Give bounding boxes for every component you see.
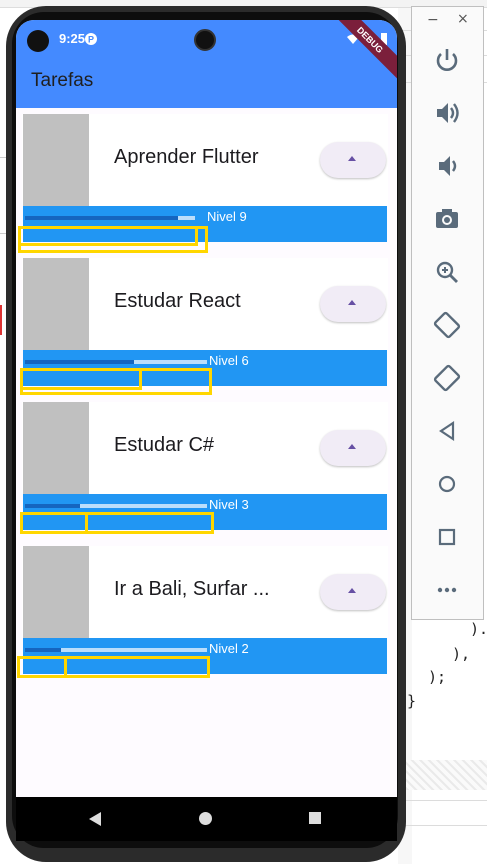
front-camera-icon [194, 29, 216, 51]
volume-up-icon[interactable] [427, 93, 467, 133]
back-icon[interactable] [89, 812, 101, 826]
power-icon[interactable] [427, 40, 467, 80]
minimize-button[interactable]: − [427, 12, 439, 28]
progress-fill [25, 648, 62, 652]
progress-fill [25, 504, 80, 508]
home-icon[interactable] [427, 464, 467, 504]
level-label: Nivel 2 [209, 641, 249, 656]
ide-code-line: ), [452, 645, 471, 663]
task-card: Estudar React Nivel 6 [20, 258, 388, 398]
camera-cutout-icon [27, 30, 49, 52]
ide-code-line: ). [470, 620, 487, 638]
overview-icon[interactable] [427, 517, 467, 557]
back-icon[interactable] [427, 411, 467, 451]
home-icon[interactable] [199, 812, 212, 825]
task-card: Aprender Flutter Nivel 9 [18, 114, 388, 254]
level-up-button[interactable] [320, 574, 386, 610]
task-name: Ir a Bali, Surfar ... [114, 578, 270, 600]
arrow-up-icon [348, 588, 356, 593]
ide-code-line: ); [428, 668, 447, 686]
task-name: Estudar C# [114, 434, 215, 456]
ide-divider [398, 825, 487, 826]
progress-bar [25, 216, 195, 220]
level-up-button[interactable] [320, 286, 386, 322]
task-image [23, 114, 89, 206]
progress-bar [25, 504, 207, 508]
volume-down-icon[interactable] [427, 146, 467, 186]
progress-fill [25, 216, 178, 220]
highlight-box [17, 656, 210, 678]
notification-icon: P [84, 31, 98, 45]
level-label: Nivel 6 [209, 353, 249, 368]
ide-hatch-area [398, 760, 487, 790]
more-icon[interactable] [427, 570, 467, 610]
highlight-box [20, 512, 214, 534]
task-name: Estudar React [114, 290, 241, 312]
task-card: Ir a Bali, Surfar ... Nivel 2 [17, 546, 388, 686]
rotate-right-icon[interactable] [427, 358, 467, 398]
level-label: Nivel 9 [207, 209, 247, 224]
camera-icon[interactable] [427, 199, 467, 239]
highlight-box [20, 368, 212, 395]
arrow-up-icon [348, 300, 356, 305]
recents-icon[interactable] [309, 812, 321, 824]
debug-banner: DEBUG [325, 20, 397, 85]
level-up-button[interactable] [320, 430, 386, 466]
progress-bar [25, 648, 207, 652]
task-name: Aprender Flutter [114, 146, 259, 168]
task-image [23, 546, 89, 638]
app-screen: 9:25 P DEBUG Tarefas Aprender Flutter Ni… [16, 20, 397, 797]
level-label: Nivel 3 [209, 497, 249, 512]
android-nav-bar [16, 797, 397, 841]
progress-fill [25, 360, 135, 364]
task-image [23, 258, 89, 350]
app-bar: 9:25 P DEBUG Tarefas [16, 20, 397, 108]
task-image [23, 402, 89, 494]
rotate-left-icon[interactable] [427, 305, 467, 345]
emulator-toolbar: − × [411, 6, 484, 620]
task-card: Estudar C# Nivel 3 [20, 402, 388, 542]
progress-bar [25, 360, 207, 364]
close-button[interactable]: × [457, 11, 469, 27]
ide-code-line: } [407, 692, 417, 710]
page-title: Tarefas [31, 70, 94, 91]
ide-divider [398, 800, 487, 801]
zoom-icon[interactable] [427, 252, 467, 292]
highlight-box [18, 226, 208, 253]
arrow-up-icon [348, 444, 356, 449]
level-up-button[interactable] [320, 142, 386, 178]
arrow-up-icon [348, 156, 356, 161]
svg-text:P: P [88, 35, 94, 45]
status-time: 9:25 [59, 31, 86, 46]
